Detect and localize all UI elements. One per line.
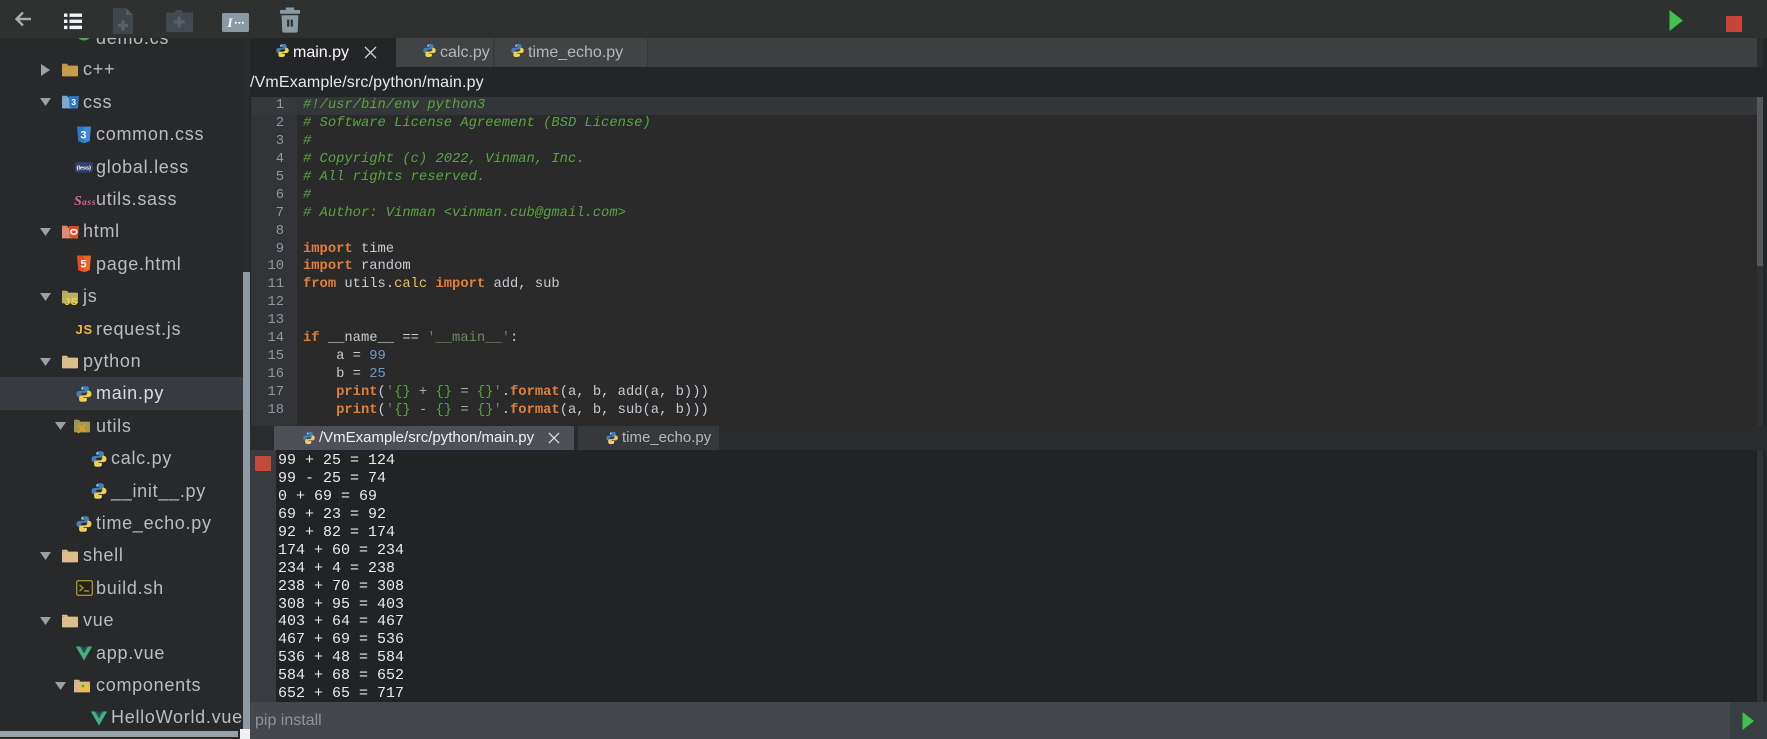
- svg-text:C: C: [80, 38, 87, 39]
- svg-text:3: 3: [80, 129, 87, 141]
- svg-text:ass: ass: [82, 198, 96, 208]
- svg-text:5: 5: [80, 259, 87, 271]
- svg-text:I: I: [227, 15, 234, 30]
- svg-text:3: 3: [71, 97, 76, 107]
- svg-text:{less}: {less}: [76, 166, 92, 172]
- svg-text:JS: JS: [76, 322, 93, 337]
- svg-text:JS: JS: [65, 297, 79, 306]
